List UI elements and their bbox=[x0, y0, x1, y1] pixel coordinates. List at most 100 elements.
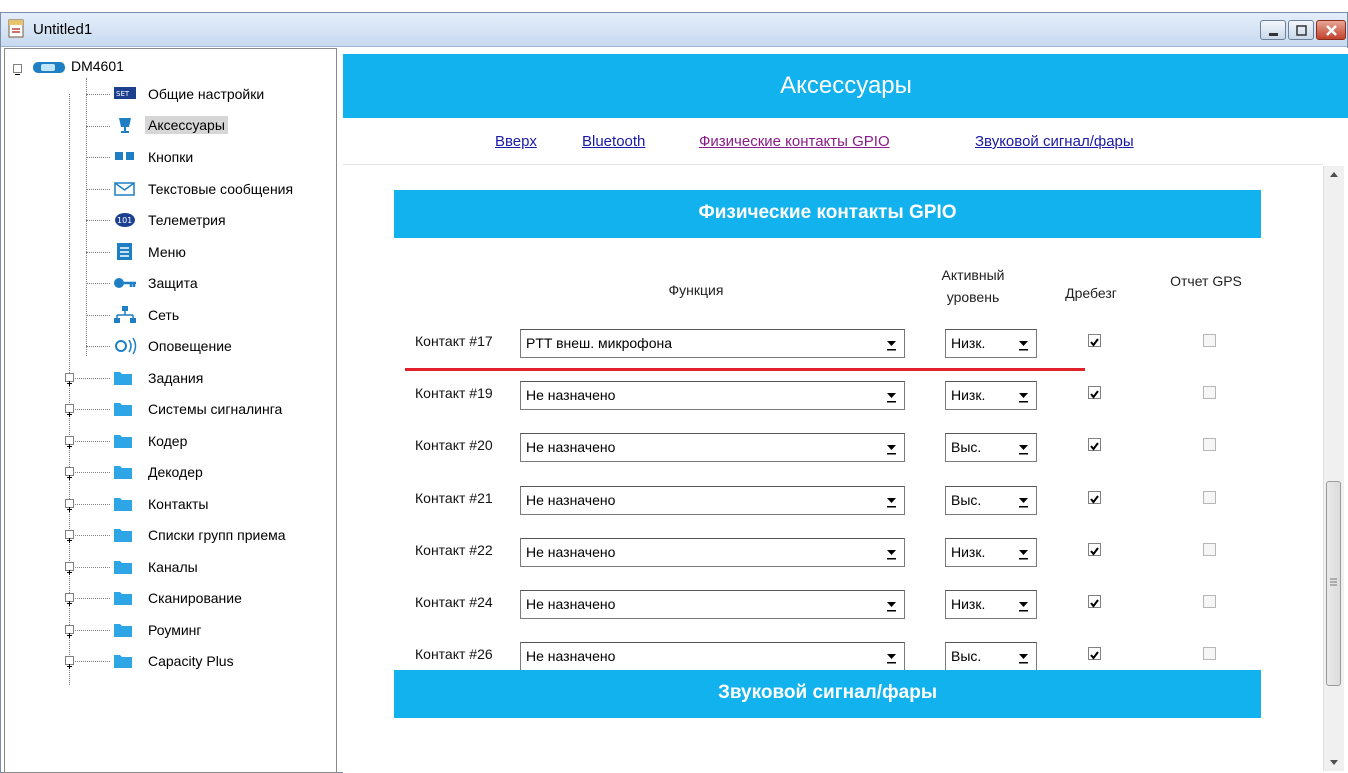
gps-report-checkbox bbox=[1203, 491, 1216, 504]
minimize-button[interactable] bbox=[1260, 20, 1286, 40]
expand-toggle-icon[interactable] bbox=[65, 404, 74, 417]
tree-folder-label: Списки групп приема bbox=[148, 527, 286, 543]
chevron-down-icon[interactable] bbox=[1014, 333, 1033, 354]
debounce-checkbox[interactable] bbox=[1088, 647, 1101, 660]
scroll-down-arrow-icon[interactable] bbox=[1324, 754, 1344, 771]
expand-toggle-icon[interactable] bbox=[65, 467, 74, 480]
function-select[interactable]: PTT внеш. микрофона bbox=[520, 329, 905, 358]
expand-toggle-icon[interactable] bbox=[65, 372, 74, 386]
expand-toggle-icon[interactable] bbox=[65, 498, 74, 512]
function-select[interactable]: Не назначено bbox=[520, 642, 905, 671]
title-bar: Untitled1 bbox=[1, 13, 1347, 47]
active-level-select[interactable]: Низк. bbox=[945, 590, 1037, 619]
tree-item-label: Кнопки bbox=[148, 149, 194, 165]
tree-folder[interactable]: Контакты bbox=[5, 489, 335, 519]
tree-folder[interactable]: Системы сигналинга bbox=[5, 394, 335, 424]
tree-item-label: Текстовые сообщения bbox=[148, 180, 294, 197]
debounce-checkbox[interactable] bbox=[1088, 543, 1101, 556]
debounce-checkbox[interactable] bbox=[1088, 386, 1101, 399]
navigation-tree[interactable]: DM4601 SET Общие настройки Аксессуары Кнопки… bbox=[4, 48, 337, 773]
tree-item[interactable]: Аксессуары bbox=[5, 111, 335, 141]
nav-link-gpio[interactable]: Физические контакты GPIO bbox=[699, 133, 890, 150]
close-button[interactable] bbox=[1316, 20, 1346, 40]
tree-folder[interactable]: Каналы bbox=[5, 552, 335, 582]
function-select[interactable]: Не назначено bbox=[520, 381, 905, 410]
maximize-button[interactable] bbox=[1288, 20, 1314, 40]
tree-item[interactable]: SET Общие настройки bbox=[5, 79, 335, 109]
tree-item[interactable]: Сеть bbox=[5, 300, 335, 330]
scroll-thumb[interactable] bbox=[1326, 481, 1341, 686]
tree-folder[interactable]: Списки групп приема bbox=[5, 520, 335, 550]
chevron-down-icon[interactable] bbox=[1014, 594, 1033, 615]
function-select[interactable]: Не назначено bbox=[520, 433, 905, 462]
chevron-down-icon[interactable] bbox=[1014, 646, 1033, 667]
folder-icon bbox=[114, 466, 132, 479]
active-level-select[interactable]: Выс. bbox=[945, 642, 1037, 671]
active-level-select[interactable]: Низк. bbox=[945, 329, 1037, 358]
function-select[interactable]: Не назначено bbox=[520, 486, 905, 515]
expand-toggle-icon[interactable] bbox=[65, 561, 74, 575]
chevron-down-icon[interactable] bbox=[882, 646, 901, 667]
function-select[interactable]: Не назначено bbox=[520, 538, 905, 567]
active-level-value: Низк. bbox=[951, 544, 986, 560]
tree-item[interactable]: Текстовые сообщения bbox=[5, 174, 335, 204]
tree-folder[interactable]: Задания bbox=[5, 363, 335, 393]
chevron-down-icon[interactable] bbox=[882, 385, 901, 406]
debounce-checkbox[interactable] bbox=[1088, 595, 1101, 608]
checkmark-icon bbox=[1090, 495, 1099, 504]
active-level-select[interactable]: Низк. bbox=[945, 538, 1037, 567]
expand-toggle-icon[interactable] bbox=[65, 624, 74, 638]
vertical-scrollbar[interactable] bbox=[1323, 166, 1344, 771]
chevron-down-icon[interactable] bbox=[1014, 490, 1033, 511]
scroll-up-arrow-icon[interactable] bbox=[1324, 166, 1344, 183]
contact-label: Контакт #24 bbox=[415, 594, 493, 610]
active-level-select[interactable]: Выс. bbox=[945, 486, 1037, 515]
expand-toggle-icon[interactable] bbox=[65, 593, 74, 606]
tree-folder[interactable]: Роуминг bbox=[5, 615, 335, 645]
chevron-down-icon[interactable] bbox=[882, 542, 901, 563]
active-level-select[interactable]: Выс. bbox=[945, 433, 1037, 462]
gps-report-checkbox bbox=[1203, 334, 1216, 347]
active-level-select[interactable]: Низк. bbox=[945, 381, 1037, 410]
function-select[interactable]: Не назначено bbox=[520, 590, 905, 619]
grip-icon bbox=[1330, 578, 1337, 586]
debounce-checkbox[interactable] bbox=[1088, 438, 1101, 451]
collapse-toggle-icon[interactable] bbox=[13, 64, 22, 75]
tree-item[interactable]: Меню bbox=[5, 237, 335, 267]
chevron-down-icon[interactable] bbox=[1014, 437, 1033, 458]
column-header-gps-report: Отчет GPS bbox=[1170, 273, 1242, 289]
nav-link-up[interactable]: Вверх bbox=[495, 133, 537, 150]
tree-root-label[interactable]: DM4601 bbox=[71, 58, 124, 74]
active-level-value: Низк. bbox=[951, 387, 986, 403]
tree-folder[interactable]: Декодер bbox=[5, 457, 335, 487]
chevron-down-icon[interactable] bbox=[882, 490, 901, 511]
nav-link-sound-lights[interactable]: Звуковой сигнал/фары bbox=[975, 133, 1134, 150]
envelope-icon bbox=[114, 181, 135, 196]
expand-toggle-icon[interactable] bbox=[65, 530, 74, 543]
debounce-checkbox[interactable] bbox=[1088, 334, 1101, 347]
svg-text:SET: SET bbox=[116, 90, 130, 98]
contact-label: Контакт #22 bbox=[415, 542, 493, 558]
tree-folder[interactable]: Кодер bbox=[5, 426, 335, 456]
folder-icon bbox=[114, 560, 132, 574]
radio-device-icon bbox=[33, 62, 65, 73]
section-title: Звуковой сигнал/фары bbox=[717, 682, 938, 703]
function-select-value: Не назначено bbox=[526, 596, 616, 612]
expand-toggle-icon[interactable] bbox=[65, 435, 74, 449]
tree-item[interactable]: 101 Телеметрия bbox=[5, 205, 335, 235]
chevron-down-icon[interactable] bbox=[1014, 542, 1033, 563]
chevron-down-icon[interactable] bbox=[882, 594, 901, 615]
tree-item[interactable]: Оповещение bbox=[5, 331, 335, 361]
tree-item[interactable]: Кнопки bbox=[5, 142, 335, 172]
tree-folder[interactable]: Capacity Plus bbox=[5, 646, 335, 676]
nav-link-bluetooth[interactable]: Bluetooth bbox=[582, 133, 645, 150]
debounce-checkbox[interactable] bbox=[1088, 491, 1101, 504]
chevron-down-icon[interactable] bbox=[882, 437, 901, 458]
folder-icon bbox=[114, 655, 132, 668]
chevron-down-icon[interactable] bbox=[1014, 385, 1033, 406]
tree-item[interactable]: Защита bbox=[5, 268, 335, 298]
tree-folder[interactable]: Сканирование bbox=[5, 583, 335, 613]
expand-toggle-icon[interactable] bbox=[65, 656, 74, 669]
chevron-down-icon[interactable] bbox=[882, 333, 901, 354]
telemetry-icon: 101 bbox=[115, 213, 135, 227]
